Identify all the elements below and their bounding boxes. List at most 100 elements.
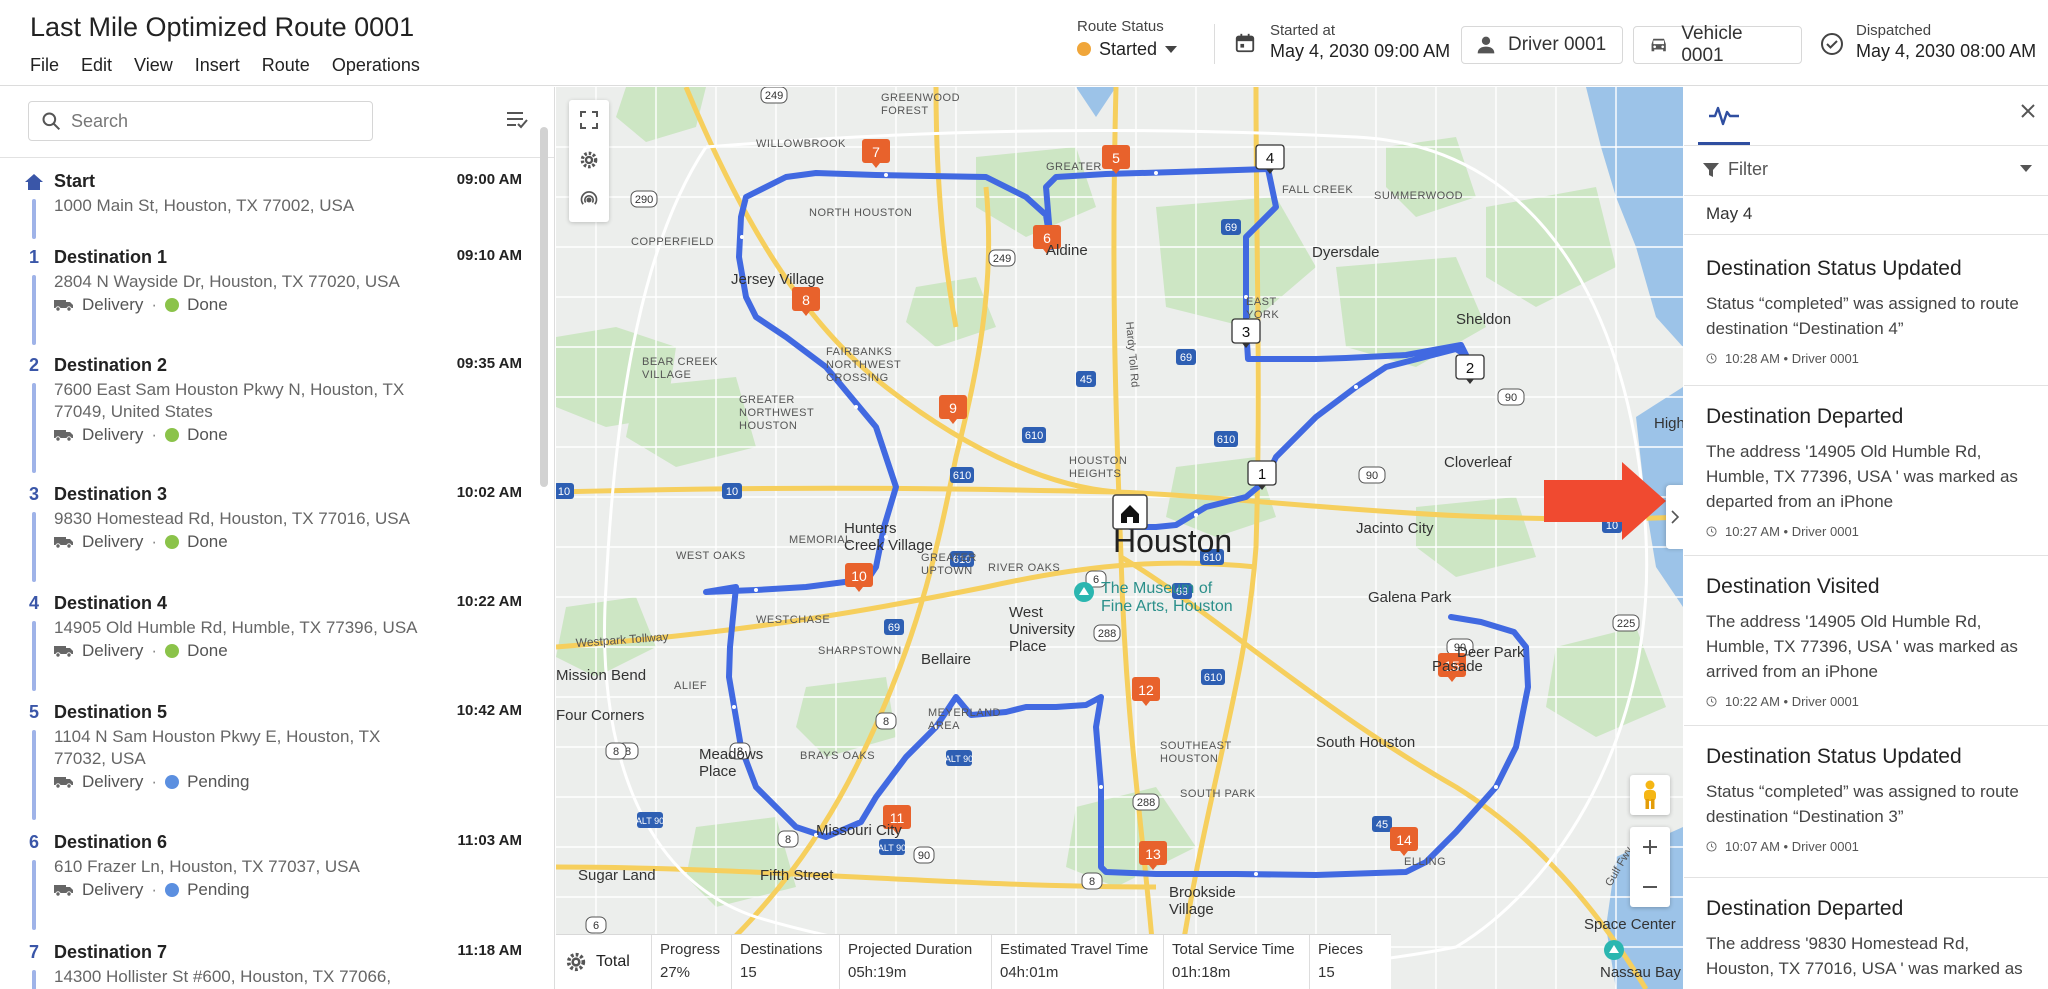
tab-activity[interactable]	[1698, 87, 1750, 145]
summary-total-label: Total	[596, 935, 652, 989]
stop-time: 11:18 AM	[457, 942, 522, 959]
collapse-panel-button[interactable]	[1666, 485, 1683, 549]
place-label: NORTH HOUSTON	[809, 207, 912, 219]
activity-item[interactable]: Destination Departed The address '14905 …	[1706, 405, 2036, 539]
fullscreen-button[interactable]	[569, 100, 609, 140]
menu-insert[interactable]: Insert	[195, 55, 240, 76]
place-label: South Houston	[1316, 734, 1415, 751]
destination-marker-done[interactable]: 2	[1455, 354, 1485, 384]
route-status-dropdown[interactable]: Route Status Started	[1077, 18, 1178, 60]
place-label: HOUSTON HEIGHTS	[1069, 455, 1127, 480]
search-box[interactable]	[28, 101, 373, 141]
place-label: Four Corners	[556, 707, 644, 724]
clock-icon	[1706, 353, 1717, 364]
driver-button[interactable]: Driver 0001	[1461, 26, 1623, 64]
divider	[1684, 725, 2048, 726]
place-label: WESTCHASE	[756, 614, 830, 626]
stop-type: Delivery	[82, 425, 144, 444]
status-dot	[165, 775, 180, 789]
menu-file[interactable]: File	[30, 55, 59, 76]
route-map[interactable]: 249 290 249 45 69 610 610 69 90 10 10 61…	[556, 87, 1683, 989]
street-view-button[interactable]	[1630, 775, 1670, 815]
svg-text:12: 12	[1138, 682, 1154, 698]
stop-status: Done	[187, 295, 228, 314]
summary-settings-button[interactable]	[556, 935, 596, 989]
activity-meta: 10:07 AM • Driver 0001	[1725, 839, 1859, 854]
svg-text:249: 249	[765, 90, 783, 102]
geofence-button[interactable]	[569, 180, 609, 220]
divider	[1684, 877, 2048, 878]
summary-progress: Progress 27%	[652, 935, 732, 989]
menu-view[interactable]: View	[134, 55, 173, 76]
svg-text:13: 13	[1145, 846, 1161, 862]
stop-time: 10:22 AM	[456, 593, 522, 610]
svg-text:90: 90	[918, 850, 930, 862]
route-title: Last Mile Optimized Route 0001	[30, 12, 415, 42]
stop-name: Destination 7	[54, 942, 168, 962]
svg-text:90: 90	[1366, 470, 1378, 482]
status-dot	[165, 883, 180, 897]
stop-status: Pending	[187, 880, 250, 899]
map-canvas[interactable]: 249 290 249 45 69 610 610 69 90 10 10 61…	[556, 87, 1683, 989]
menu-edit[interactable]: Edit	[81, 55, 112, 76]
place-label: Bellaire	[921, 651, 971, 668]
menu-operations[interactable]: Operations	[332, 55, 420, 76]
filter-label: Filter	[1728, 159, 1768, 179]
activity-item[interactable]: Destination Visited The address '14905 O…	[1706, 575, 2036, 709]
destination-marker-done[interactable]: 4	[1255, 144, 1285, 174]
status-dot	[165, 644, 180, 658]
activity-meta: 10:27 AM • Driver 0001	[1725, 524, 1859, 539]
svg-text:9: 9	[949, 400, 957, 416]
svg-text:6: 6	[593, 920, 599, 932]
chevron-down-icon	[2020, 165, 2032, 172]
activity-item[interactable]: Destination Departed The address '9830 H…	[1706, 897, 2036, 981]
place-label: Highl	[1654, 415, 1683, 432]
search-input[interactable]	[71, 110, 351, 132]
stop-time: 09:35 AM	[456, 355, 522, 372]
filter-dropdown[interactable]: Filter	[1702, 159, 2032, 180]
stop-number: 5	[29, 702, 40, 722]
stop-type: Delivery	[82, 532, 144, 551]
museum-poi[interactable]	[1074, 582, 1094, 602]
stop-address: 2804 N Wayside Dr, Houston, TX 77020, US…	[54, 272, 400, 291]
destination-marker-done[interactable]: 1	[1247, 460, 1277, 490]
activity-pulse-icon	[1709, 106, 1739, 125]
place-label: SHARPSTOWN	[818, 645, 902, 657]
activity-title: Destination Departed	[1706, 405, 1904, 428]
status-dot	[1077, 42, 1091, 56]
stop-connector	[32, 512, 36, 582]
plus-icon	[1643, 840, 1657, 854]
svg-text:610: 610	[1025, 430, 1043, 442]
scrollbar[interactable]	[540, 127, 548, 487]
divider	[1684, 385, 2048, 386]
space-center-poi[interactable]	[1604, 940, 1624, 960]
sort-list-icon[interactable]	[505, 109, 529, 131]
zoom-out-button[interactable]	[1630, 867, 1670, 907]
destination-marker-done[interactable]: 3	[1231, 318, 1261, 348]
activity-item[interactable]: Destination Status Updated Status “compl…	[1706, 257, 2036, 366]
place-label: Space Center	[1584, 916, 1676, 933]
map-settings-button[interactable]	[569, 140, 609, 180]
activity-title: Destination Visited	[1706, 575, 1880, 598]
delivery-truck-icon	[54, 885, 73, 897]
activity-title: Destination Status Updated	[1706, 257, 1962, 280]
top-bar: Last Mile Optimized Route 0001 File Edit…	[0, 0, 2048, 86]
stop-name: Start	[54, 171, 96, 191]
activity-item[interactable]: Destination Status Updated Status “compl…	[1706, 745, 2036, 854]
menu-route[interactable]: Route	[262, 55, 310, 76]
place-label: Pasade	[1432, 658, 1483, 675]
stop-address: 1000 Main St, Houston, TX 77002, USA	[54, 196, 355, 215]
stop-time: 09:10 AM	[456, 247, 522, 264]
chevron-right-icon	[1671, 510, 1680, 524]
svg-text:10: 10	[558, 486, 570, 498]
home-icon	[25, 174, 43, 190]
stop-status: Done	[187, 425, 228, 444]
gear-icon	[566, 952, 586, 972]
zoom-in-button[interactable]	[1630, 827, 1670, 867]
radar-icon	[580, 191, 598, 205]
svg-text:8: 8	[802, 292, 810, 308]
summary-travel-time: Estimated Travel Time 04h:01m	[992, 935, 1164, 989]
close-panel-button[interactable]	[2020, 103, 2036, 124]
place-label: WILLOWBROOK	[756, 138, 846, 150]
vehicle-button[interactable]: Vehicle 0001	[1633, 23, 1802, 66]
